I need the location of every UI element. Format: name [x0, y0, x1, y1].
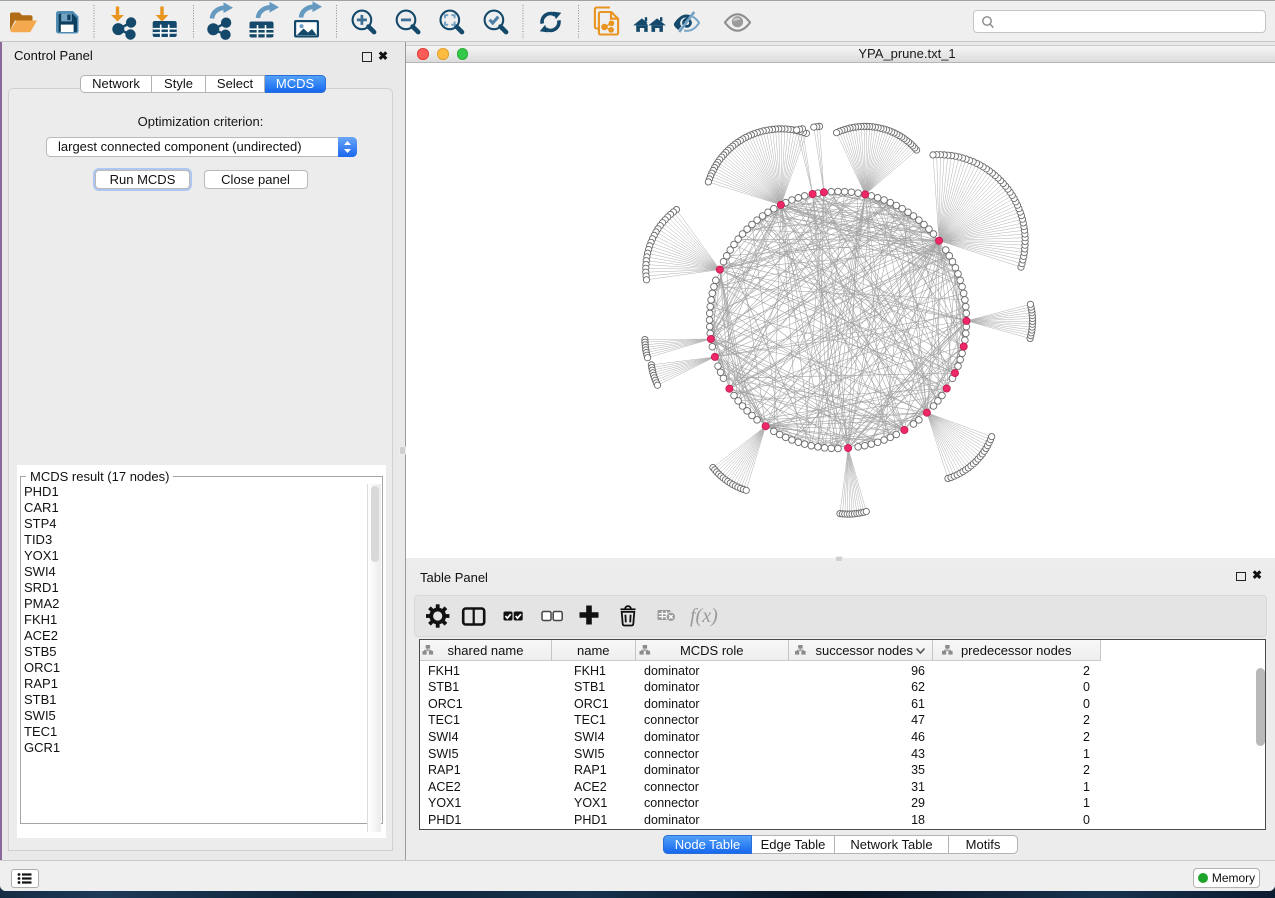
svg-text:f(x): f(x)	[690, 605, 718, 627]
